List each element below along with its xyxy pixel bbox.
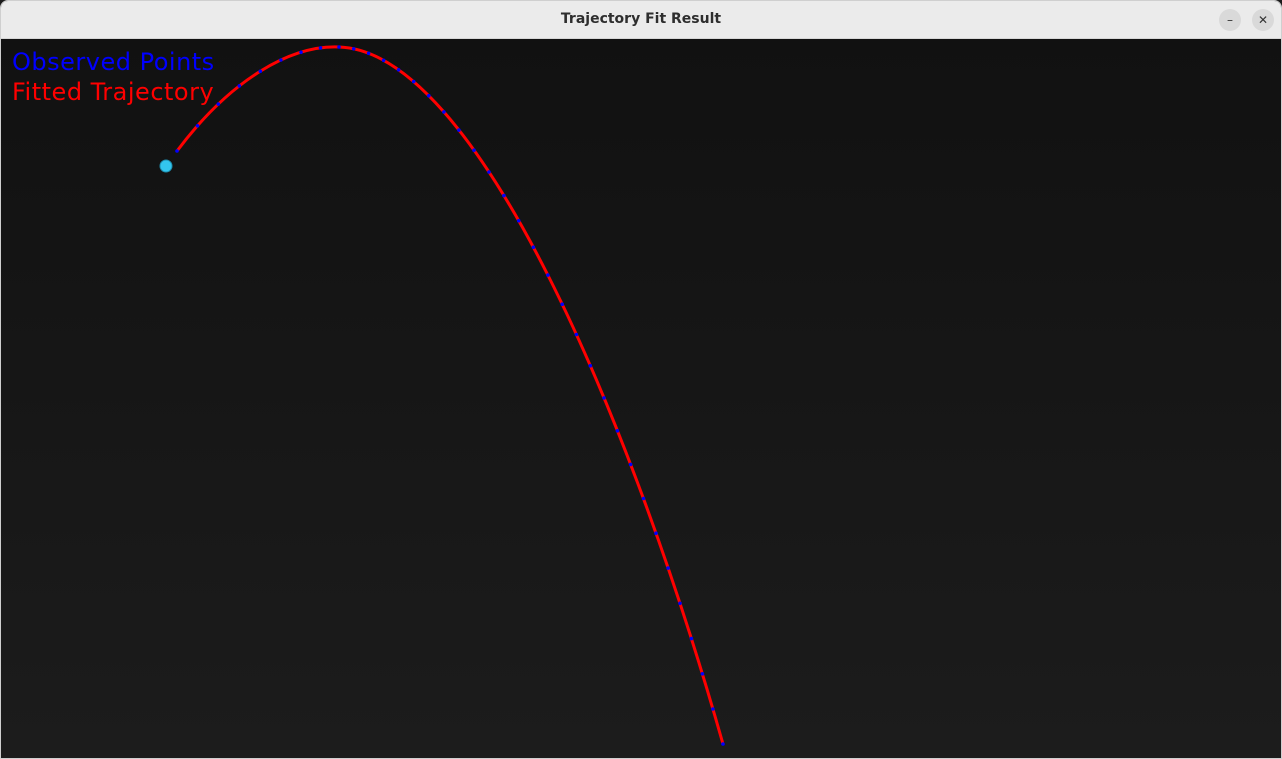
observed-point <box>299 50 303 55</box>
minimize-button[interactable]: – <box>1219 9 1241 31</box>
close-button[interactable]: ✕ <box>1252 9 1274 31</box>
observed-points-group <box>175 45 725 746</box>
observed-point <box>442 110 446 114</box>
observed-point <box>472 148 476 152</box>
legend-fitted-trajectory: Fitted Trajectory <box>12 78 215 106</box>
fitted-trajectory-curve <box>175 45 725 746</box>
observed-point <box>602 396 606 400</box>
observed-point <box>396 68 401 72</box>
observed-point <box>258 69 263 74</box>
observed-point <box>487 170 491 174</box>
observed-point <box>678 601 682 606</box>
observed-point <box>175 149 179 153</box>
observed-point <box>216 102 221 106</box>
observed-point <box>195 124 200 128</box>
observed-point <box>531 245 536 249</box>
legend-observed-points: Observed Points <box>12 48 215 76</box>
observed-point <box>411 79 416 84</box>
observed-point <box>366 51 371 56</box>
start-point-marker <box>159 159 173 173</box>
observed-point <box>588 363 593 368</box>
title-bar[interactable]: Trajectory Fit Result – ✕ <box>1 1 1281 39</box>
observed-point <box>279 58 283 62</box>
observed-point <box>351 47 356 51</box>
plot-canvas: Observed Points Fitted Trajectory <box>1 39 1281 758</box>
observed-point <box>700 672 705 676</box>
observed-point <box>381 58 386 63</box>
observed-point <box>502 193 506 198</box>
observed-point <box>721 742 725 746</box>
close-icon: ✕ <box>1257 13 1269 27</box>
observed-point <box>641 496 646 501</box>
observed-point <box>654 531 658 535</box>
observed-point <box>457 128 461 132</box>
observed-point <box>546 273 550 277</box>
minimize-icon: – <box>1227 13 1233 27</box>
window-title: Trajectory Fit Result <box>560 11 722 27</box>
observed-point <box>427 93 431 98</box>
observed-point <box>237 84 242 88</box>
observed-point <box>711 707 715 711</box>
observed-point <box>628 462 633 467</box>
observed-point <box>615 429 620 433</box>
observed-point <box>574 332 579 337</box>
app-window: Trajectory Fit Result – ✕ Observed Point… <box>0 0 1282 759</box>
observed-point <box>689 636 694 641</box>
observed-point <box>516 218 521 223</box>
observed-point <box>318 46 323 50</box>
observed-point <box>337 45 341 49</box>
observed-point <box>560 302 564 307</box>
observed-point <box>666 566 670 570</box>
trajectory-plot <box>159 45 725 746</box>
